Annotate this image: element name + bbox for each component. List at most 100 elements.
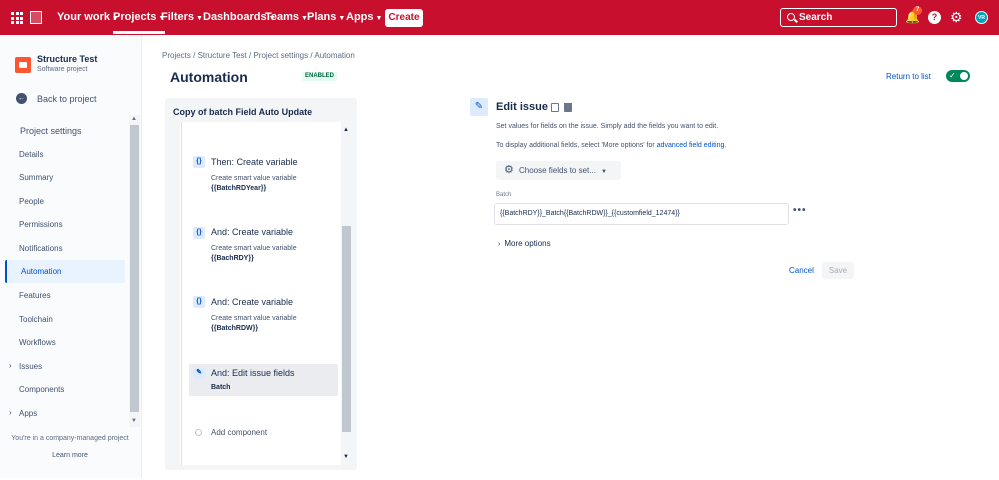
more-options-toggle[interactable]: › More options xyxy=(498,239,551,248)
chevron-right-icon[interactable]: › xyxy=(9,361,12,370)
choose-fields-label: Choose fields to set... xyxy=(519,166,596,175)
sidebar-item-issues[interactable]: Issues xyxy=(19,362,42,371)
pencil-icon: ✎ xyxy=(193,367,205,379)
sidebar-item-details[interactable]: Details xyxy=(19,150,43,159)
choose-fields-button[interactable]: ⚙ Choose fields to set... ▼ xyxy=(496,161,621,180)
chevron-down-icon: ▼ xyxy=(375,15,383,22)
cancel-button[interactable]: Cancel xyxy=(789,266,814,275)
create-button[interactable]: Create xyxy=(385,9,423,27)
sidebar-item-people[interactable]: People xyxy=(19,197,44,206)
help-icon[interactable]: ? xyxy=(928,11,941,24)
variable-icon: {} xyxy=(193,296,205,308)
scroll-down-icon[interactable]: ▼ xyxy=(343,454,349,460)
site-logo[interactable] xyxy=(30,11,42,24)
more-actions-icon[interactable]: ••• xyxy=(793,205,807,216)
save-button[interactable]: Save xyxy=(822,262,854,279)
search-placeholder: Search xyxy=(799,12,833,23)
step-description: Create smart value variable xyxy=(211,315,297,322)
nav-label: Your work xyxy=(57,11,110,23)
status-badge: ENABLED xyxy=(302,72,338,81)
step-value: {{BatchRDW}} xyxy=(211,325,259,332)
sidebar-scrollbar-thumb[interactable] xyxy=(130,125,139,412)
chevron-right-icon: › xyxy=(498,241,501,248)
more-options-label: More options xyxy=(504,239,551,248)
search-input[interactable]: Search xyxy=(780,8,897,27)
check-icon: ✓ xyxy=(949,71,956,80)
nav-filters[interactable]: Filters ▼ xyxy=(161,0,203,35)
top-navigation-bar: Your work ▼ Projects ▼ Filters ▼ Dashboards… xyxy=(0,0,999,35)
scroll-down-icon[interactable]: ▼ xyxy=(131,418,137,424)
trash-icon[interactable] xyxy=(564,103,572,112)
sidebar-heading: Project settings xyxy=(20,126,82,136)
project-type: Software project xyxy=(37,66,88,73)
search-icon xyxy=(787,13,795,21)
nav-label: Projects xyxy=(113,11,157,23)
sidebar: Structure Test Software project ← Back t… xyxy=(0,35,142,478)
back-to-project-link[interactable]: Back to project xyxy=(37,94,97,104)
toggle-knob xyxy=(960,72,968,80)
copy-icon[interactable] xyxy=(551,103,559,112)
gear-icon[interactable]: ⚙ xyxy=(950,10,963,24)
nav-your-work[interactable]: Your work ▼ xyxy=(57,0,119,35)
gear-icon: ⚙ xyxy=(504,164,514,176)
field-label: Batch xyxy=(496,192,512,198)
step-title[interactable]: Then: Create variable xyxy=(211,157,298,167)
step-title[interactable]: And: Create variable xyxy=(211,227,293,237)
pencil-icon: ✎ xyxy=(470,98,488,116)
app-switcher-icon[interactable] xyxy=(11,12,23,24)
sidebar-item-toolchain[interactable]: Toolchain xyxy=(19,315,53,324)
learn-more-link[interactable]: Learn more xyxy=(0,452,140,459)
sidebar-item-automation[interactable]: Automation xyxy=(5,260,125,283)
rule-timeline-line xyxy=(181,122,182,465)
nav-teams[interactable]: Teams ▼ xyxy=(265,0,308,35)
nav-label: Dashboards xyxy=(203,11,267,23)
nav-label: Filters xyxy=(161,11,195,23)
nav-plans[interactable]: Plans ▼ xyxy=(307,0,345,35)
return-to-list-link[interactable]: Return to list xyxy=(886,72,931,81)
sidebar-item-components[interactable]: Components xyxy=(19,385,64,394)
editor-description-advanced: To display additional fields, select 'Mo… xyxy=(496,142,726,149)
scroll-up-icon[interactable]: ▲ xyxy=(343,127,349,133)
sidebar-item-permissions[interactable]: Permissions xyxy=(19,220,63,229)
step-description: Create smart value variable xyxy=(211,175,297,182)
batch-field-input[interactable]: {{BatchRDY}}_Batch{{BatchRDW}}_{{customf… xyxy=(494,203,789,225)
rule-enabled-toggle[interactable]: ✓ xyxy=(946,70,970,82)
step-title[interactable]: And: Edit issue fields xyxy=(211,368,295,378)
sidebar-item-apps[interactable]: Apps xyxy=(19,409,37,418)
rule-steps-list xyxy=(180,122,341,465)
rule-title: Copy of batch Field Auto Update xyxy=(173,107,313,117)
nav-apps[interactable]: Apps ▼ xyxy=(346,0,382,35)
chevron-down-icon: ▼ xyxy=(600,169,607,175)
back-arrow-icon[interactable]: ← xyxy=(16,93,27,104)
step-value: {{BatchRDYear}} xyxy=(211,185,267,192)
nav-label: Apps xyxy=(346,11,374,23)
editor-description: Set values for fields on the issue. Simp… xyxy=(496,123,719,130)
step-value: Batch xyxy=(211,384,231,391)
notification-count-badge: 7 xyxy=(913,6,922,15)
rule-scrollbar-thumb[interactable] xyxy=(342,226,351,432)
variable-icon: {} xyxy=(193,156,205,168)
sidebar-item-workflows[interactable]: Workflows xyxy=(19,338,56,347)
add-component-link[interactable]: Add component xyxy=(211,428,267,437)
step-title[interactable]: And: Create variable xyxy=(211,297,293,307)
scroll-up-icon[interactable]: ▲ xyxy=(131,116,137,122)
sidebar-item-notifications[interactable]: Notifications xyxy=(19,244,63,253)
advanced-field-editing-link[interactable]: advanced field editing. xyxy=(657,142,727,149)
chevron-down-icon: ▼ xyxy=(338,15,346,22)
step-description: Create smart value variable xyxy=(211,245,297,252)
avatar[interactable]: VR xyxy=(975,11,988,24)
chevron-right-icon[interactable]: › xyxy=(9,408,12,417)
nav-label: Teams xyxy=(265,11,300,23)
company-managed-note: You're in a company-managed project xyxy=(11,435,129,442)
variable-icon: {} xyxy=(193,227,205,239)
step-value: {{BachRDY}} xyxy=(211,255,254,262)
breadcrumb[interactable]: Projects / Structure Test / Project sett… xyxy=(162,51,355,60)
project-name[interactable]: Structure Test xyxy=(37,54,97,64)
description-text: To display additional fields, select 'Mo… xyxy=(496,142,657,149)
add-component-icon[interactable] xyxy=(195,429,202,436)
sidebar-item-features[interactable]: Features xyxy=(19,291,51,300)
editor-title: Edit issue xyxy=(496,101,548,113)
nav-projects[interactable]: Projects ▼ xyxy=(113,0,166,34)
project-icon xyxy=(15,57,31,73)
sidebar-item-summary[interactable]: Summary xyxy=(19,173,53,182)
